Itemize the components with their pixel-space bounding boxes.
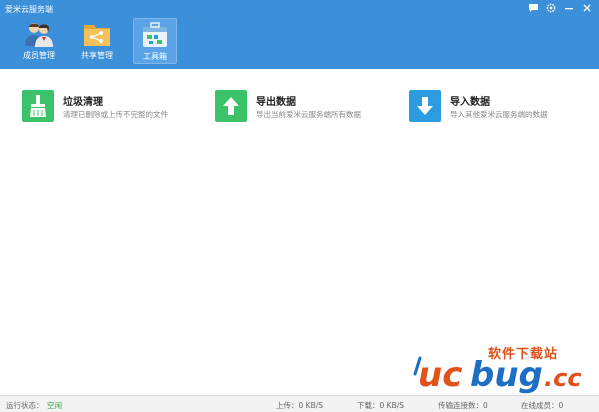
run-status-label: 运行状态：	[6, 401, 44, 410]
window-title: 爱米云服务端	[5, 5, 53, 14]
feature-description: 导出当前爱米云服务端所有数据	[256, 110, 361, 119]
status-bar: 运行状态： 空闲 上传：0 KB/S 下载：0 KB/S 传输连接数：0 在线成…	[0, 395, 599, 412]
online-members: 在线成员：0	[521, 401, 564, 410]
download-speed: 下载：0 KB/S	[357, 401, 405, 410]
close-icon[interactable]	[581, 3, 593, 14]
feature-title: 导入数据	[450, 97, 490, 108]
feature-description: 导入其他爱米云服务端的数据	[450, 110, 548, 119]
svg-text:uc: uc	[418, 355, 462, 394]
users-icon	[24, 20, 54, 48]
feature-export-data[interactable]: 导出数据 导出当前爱米云服务端所有数据	[215, 90, 400, 124]
run-status-value: 空闲	[47, 401, 62, 410]
feature-title: 导出数据	[256, 97, 296, 108]
feature-description: 清理已删除或上传不完整的文件	[63, 110, 168, 119]
feature-import-data[interactable]: 导入数据 导入其他爱米云服务端的数据	[409, 90, 589, 124]
chat-icon[interactable]	[527, 3, 539, 14]
broom-icon	[22, 90, 54, 122]
toolbar-share-management[interactable]: 共享管理	[75, 18, 119, 64]
toolbar-label: 成员管理	[23, 51, 55, 60]
toolbar-member-management[interactable]: 成员管理	[17, 18, 61, 64]
import-icon	[409, 90, 441, 122]
feature-garbage-cleanup[interactable]: 垃圾清理 清理已删除或上传不完整的文件	[22, 90, 202, 124]
export-icon	[215, 90, 247, 122]
minimize-icon[interactable]	[563, 3, 575, 14]
title-toolbar-area: 爱米云服务端 成员管理 共享管理 工具箱	[0, 0, 599, 69]
gear-icon[interactable]	[545, 3, 557, 14]
toolbox-icon	[140, 21, 170, 49]
svg-text:.cc: .cc	[544, 364, 582, 392]
connection-count: 传输连接数：0	[438, 401, 488, 410]
toolbar-label: 工具箱	[143, 52, 167, 61]
watermark-logo: uc bug .cc	[413, 355, 582, 394]
toolbar-toolbox[interactable]: 工具箱	[133, 18, 177, 64]
shared-folder-icon	[82, 20, 112, 48]
svg-text:bug: bug	[470, 355, 543, 394]
upload-speed: 上传：0 KB/S	[276, 401, 324, 410]
window-controls	[527, 3, 593, 14]
feature-title: 垃圾清理	[63, 97, 103, 108]
toolbar-label: 共享管理	[81, 51, 113, 60]
